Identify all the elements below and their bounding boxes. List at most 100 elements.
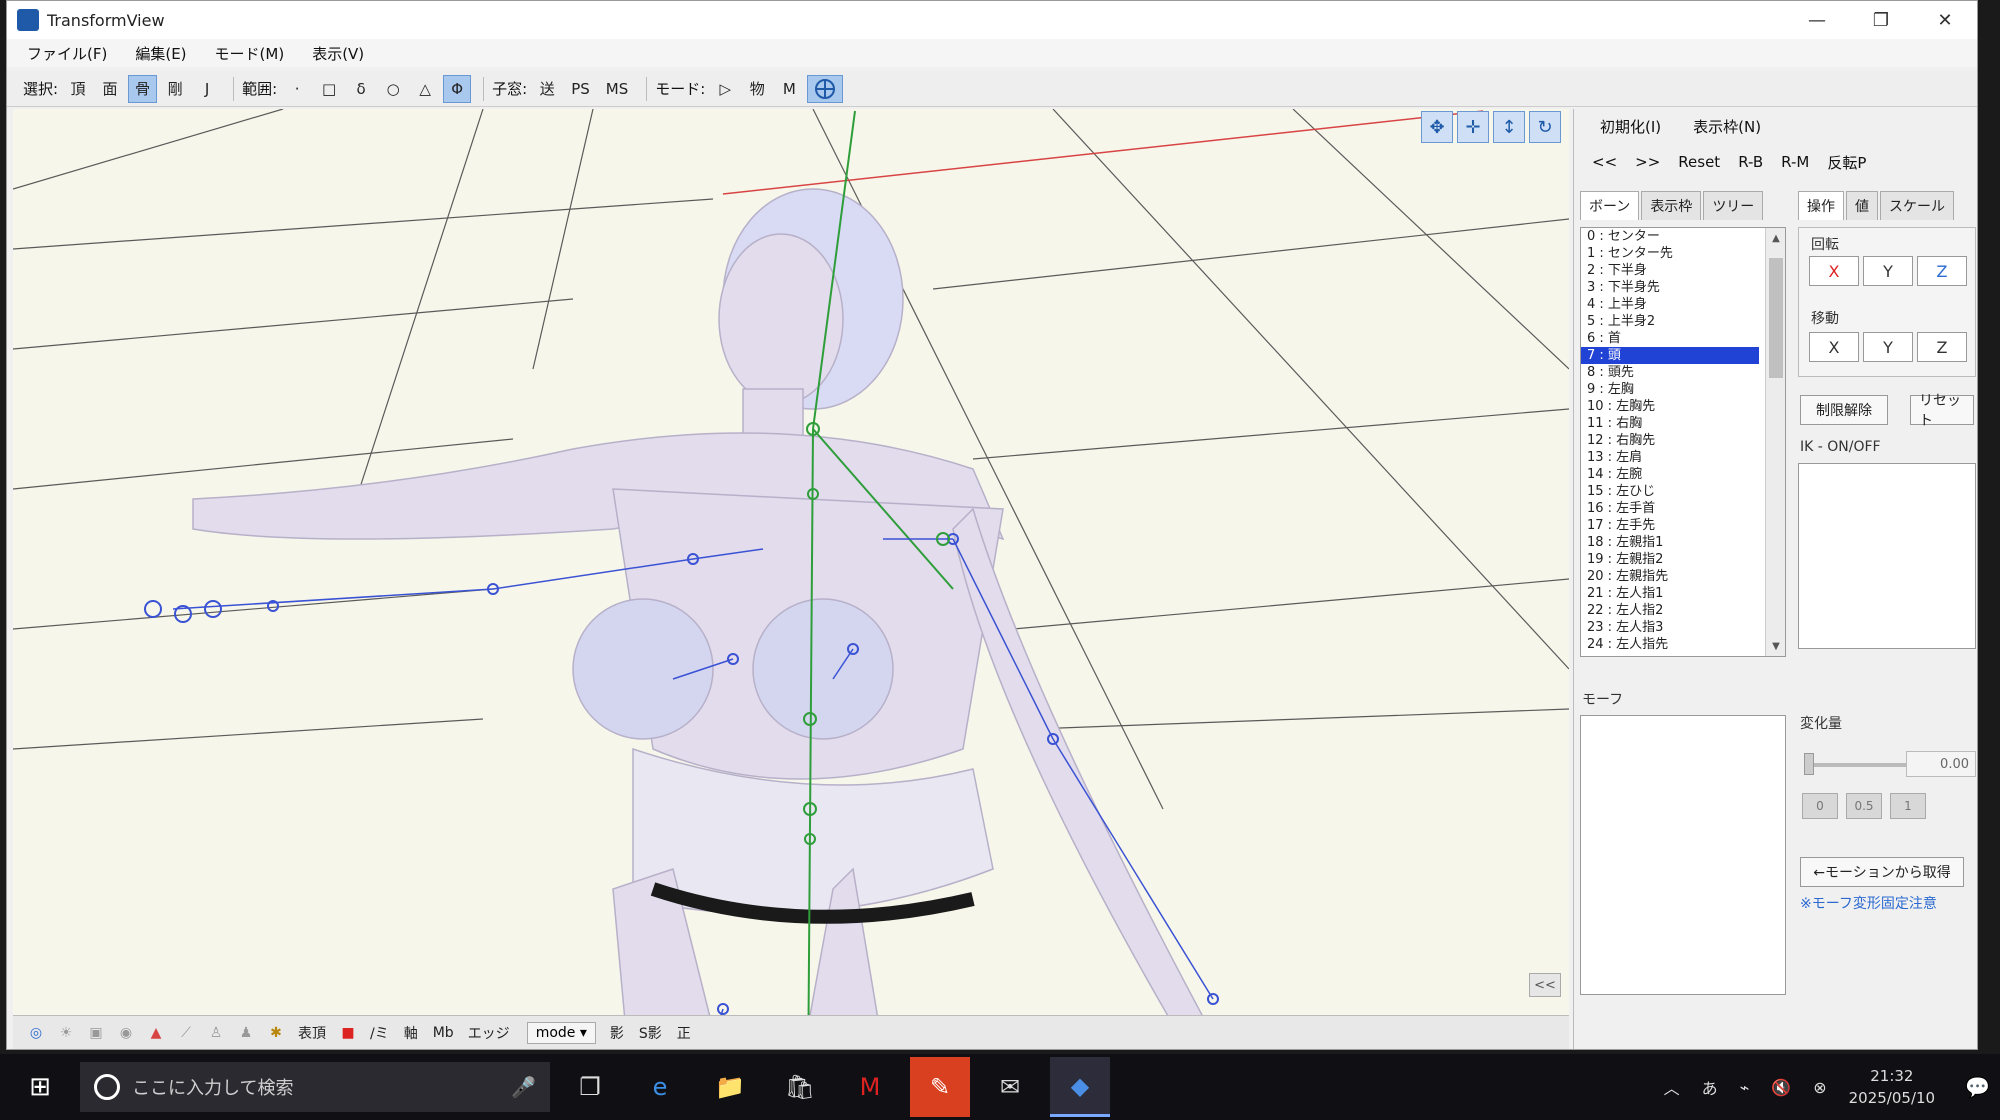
range-circle-button[interactable]: ○	[379, 75, 407, 103]
bone-list-item[interactable]: 11 : 右胸	[1581, 415, 1785, 432]
from-motion-button[interactable]: ←モーションから取得	[1800, 857, 1964, 887]
menu-file[interactable]: ファイル(F)	[27, 43, 107, 64]
status-x-icon[interactable]: ⊗	[1813, 1078, 1826, 1097]
bone-list-item[interactable]: 16 : 左手首	[1581, 500, 1785, 517]
scroll-thumb[interactable]	[1769, 258, 1783, 378]
mb-button[interactable]: Mb	[428, 1020, 459, 1046]
bone-list-item[interactable]: 19 : 左親指2	[1581, 551, 1785, 568]
tab-value[interactable]: 値	[1846, 191, 1878, 220]
network-icon[interactable]: ⌁	[1740, 1078, 1750, 1097]
display-frame-menu[interactable]: 表示枠(N)	[1687, 113, 1767, 139]
bone-list-item[interactable]: 17 : 左手先	[1581, 517, 1785, 534]
rb-button[interactable]: R-B	[1732, 149, 1769, 175]
bone-list-item[interactable]: 2 : 下半身	[1581, 262, 1785, 279]
select-face-button[interactable]: 面	[96, 75, 124, 103]
triangle-icon[interactable]: ▲	[143, 1020, 169, 1046]
range-delta-button[interactable]: δ	[347, 75, 375, 103]
mcafee-icon[interactable]: M	[840, 1057, 900, 1117]
clock[interactable]: 21:32 2025/05/10	[1849, 1065, 1935, 1109]
bone-list-item[interactable]: 1 : センター先	[1581, 245, 1785, 262]
tab-display-frame[interactable]: 表示枠	[1641, 191, 1702, 220]
range-rect-button[interactable]: □	[315, 75, 343, 103]
mic-icon[interactable]: 🎤	[511, 1075, 536, 1099]
morph-slider-track[interactable]	[1804, 763, 1908, 767]
minimize-button[interactable]: —	[1785, 1, 1849, 39]
ik-list[interactable]	[1798, 463, 1976, 649]
preset-1-button[interactable]: 1	[1890, 793, 1926, 819]
range-triangle-button[interactable]: △	[411, 75, 439, 103]
change-value[interactable]: 0.00	[1906, 751, 1976, 777]
reset-bone-button[interactable]: リセット	[1910, 393, 1974, 429]
bone-list-item[interactable]: 8 : 頭先	[1581, 364, 1785, 381]
move-x-button[interactable]: X	[1809, 332, 1859, 362]
collapse-panel-button[interactable]: <<	[1529, 973, 1561, 997]
child-ms-button[interactable]: MS	[600, 75, 634, 103]
camera-icon[interactable]: ◎	[23, 1020, 49, 1046]
show-vertex-button[interactable]: 表頂	[293, 1020, 331, 1046]
edge-button[interactable]: エッジ	[463, 1020, 515, 1046]
self-shadow-button[interactable]: S影	[634, 1020, 667, 1046]
bone-list-item[interactable]: 10 : 左胸先	[1581, 398, 1785, 415]
preset-05-button[interactable]: 0.5	[1846, 793, 1882, 819]
box-icon[interactable]: ▣	[83, 1020, 109, 1046]
menu-mode[interactable]: モード(M)	[215, 43, 285, 64]
tab-scale[interactable]: スケール	[1880, 191, 1954, 220]
bone-list-item[interactable]: 6 : 首	[1581, 330, 1785, 347]
rotate-y-button[interactable]: Y	[1863, 256, 1913, 286]
mode-select[interactable]: mode ▾	[526, 1021, 596, 1044]
notification-icon[interactable]: 💬	[1965, 1075, 1990, 1099]
move-all-icon[interactable]: ✛	[1457, 111, 1489, 143]
reset-all-button[interactable]: Reset	[1672, 149, 1726, 175]
menu-edit[interactable]: 編集(E)	[135, 43, 186, 64]
bone-list-item[interactable]: 20 : 左親指先	[1581, 568, 1785, 585]
transformview-taskbar-icon[interactable]: ◆	[1050, 1057, 1110, 1117]
select-rigid-button[interactable]: 剛	[161, 75, 189, 103]
windows-start-icon[interactable]: ⊞	[10, 1057, 70, 1117]
file-explorer-icon[interactable]: 📁	[700, 1057, 760, 1117]
ime-icon[interactable]: あ	[1702, 1075, 1718, 1099]
taskbar-search[interactable]: ここに入力して検索 🎤	[80, 1062, 550, 1112]
front-view-button[interactable]: 正	[671, 1020, 697, 1046]
move-y-button[interactable]: Y	[1863, 332, 1913, 362]
select-bone-button[interactable]: 骨	[128, 74, 158, 103]
3d-viewport[interactable]: ✥ ✛ ↕ ↻ <<	[13, 109, 1569, 1015]
mode-m-button[interactable]: M	[775, 75, 803, 103]
bone-list-item[interactable]: 14 : 左腕	[1581, 466, 1785, 483]
move-xy-icon[interactable]: ✥	[1421, 111, 1453, 143]
scroll-up-icon[interactable]: ▲	[1766, 228, 1785, 248]
bone-list-item[interactable]: 24 : 左人指先	[1581, 636, 1785, 653]
range-point-button[interactable]: ·	[283, 75, 311, 103]
rotate-icon[interactable]: ↻	[1529, 111, 1561, 143]
cross-icon[interactable]: ✱	[263, 1020, 289, 1046]
move-z-icon[interactable]: ↕	[1493, 111, 1525, 143]
bone-list-item[interactable]: 13 : 左肩	[1581, 449, 1785, 466]
normal-button[interactable]: /ミ	[365, 1020, 394, 1046]
range-phi-button[interactable]: Φ	[443, 74, 472, 103]
flip-pose-button[interactable]: 反転P	[1821, 149, 1872, 175]
task-view-icon[interactable]: ❐	[560, 1057, 620, 1117]
axis-button[interactable]: 軸	[398, 1020, 424, 1046]
bone-list-item[interactable]: 22 : 左人指2	[1581, 602, 1785, 619]
bone-list-item[interactable]: 4 : 上半身	[1581, 296, 1785, 313]
rotate-x-button[interactable]: X	[1809, 256, 1859, 286]
bone-list-scrollbar[interactable]: ▲ ▼	[1765, 228, 1785, 656]
tab-bone[interactable]: ボーン	[1580, 191, 1640, 220]
child-ps-button[interactable]: PS	[565, 75, 596, 103]
volume-muted-icon[interactable]: 🔇	[1771, 1078, 1791, 1097]
bone-list-item[interactable]: 21 : 左人指1	[1581, 585, 1785, 602]
bone-list-item[interactable]: 9 : 左胸	[1581, 381, 1785, 398]
rotate-z-button[interactable]: Z	[1917, 256, 1967, 286]
select-joint-button[interactable]: J	[193, 75, 221, 103]
bone-list-item[interactable]: 7 : 頭	[1581, 347, 1759, 364]
bone-list-item[interactable]: 23 : 左人指3	[1581, 619, 1785, 636]
prev-button[interactable]: <<	[1586, 149, 1623, 175]
mail-icon[interactable]: ✉	[980, 1057, 1040, 1117]
figure-icon[interactable]: ♙	[203, 1020, 229, 1046]
light-icon[interactable]: ☀	[53, 1020, 79, 1046]
unlimit-button[interactable]: 制限解除	[1800, 395, 1888, 425]
bone-list-item[interactable]: 18 : 左親指1	[1581, 534, 1785, 551]
chevron-up-icon[interactable]: ︿	[1664, 1075, 1680, 1099]
initialize-menu[interactable]: 初期化(I)	[1594, 113, 1667, 139]
preset-0-button[interactable]: 0	[1802, 793, 1838, 819]
shadow-button[interactable]: 影	[604, 1020, 630, 1046]
